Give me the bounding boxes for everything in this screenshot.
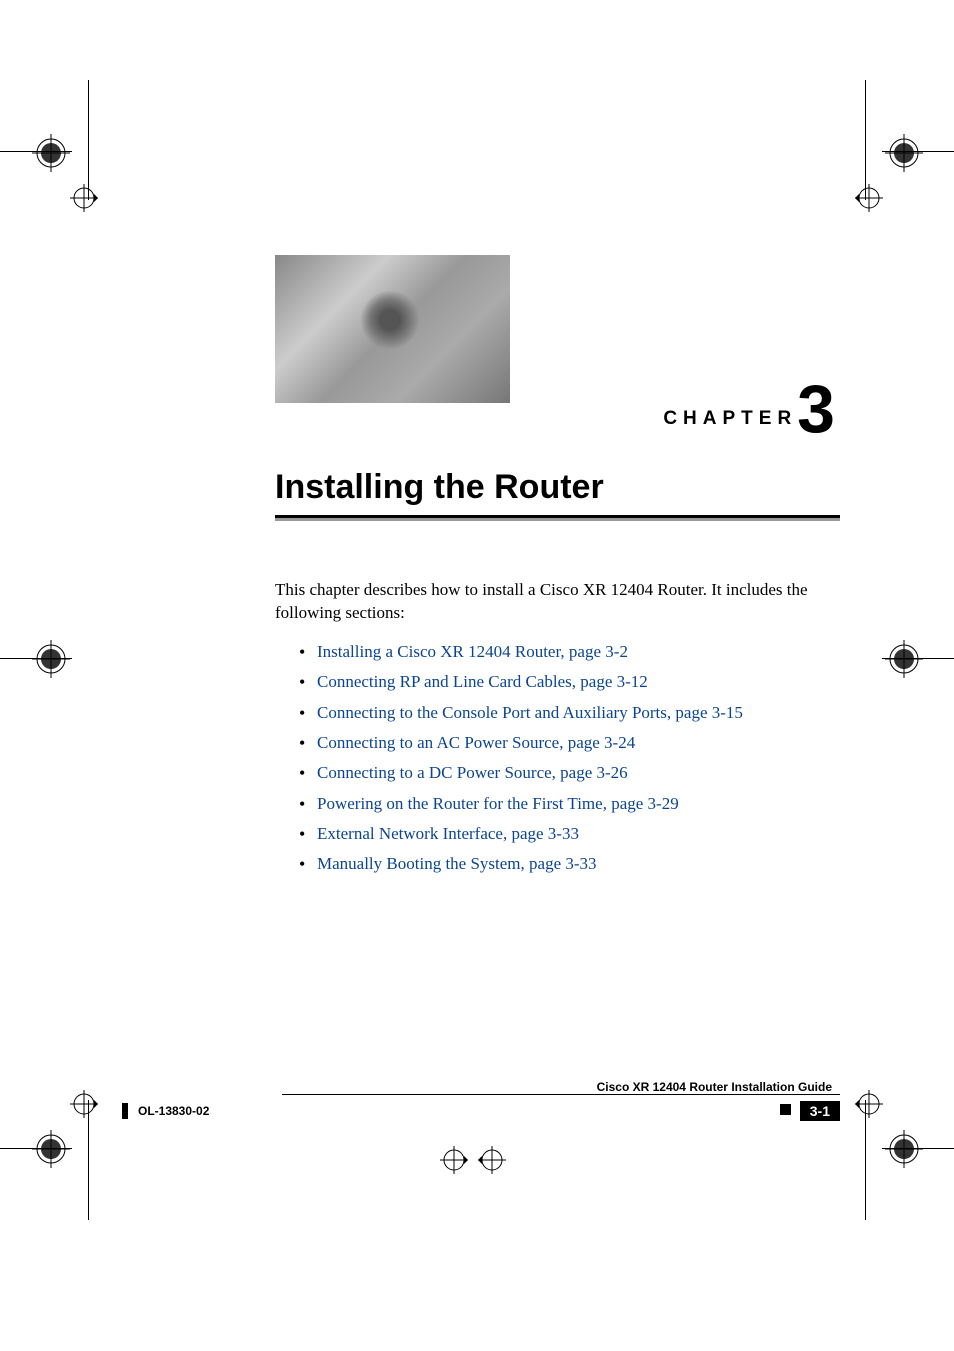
registration-mark — [885, 640, 923, 678]
registration-mark — [32, 1130, 70, 1168]
document-page: CHAPTER3 Installing the Router This chap… — [0, 0, 954, 1351]
section-link[interactable]: Connecting to an AC Power Source, page 3… — [299, 730, 840, 756]
chapter-label: CHAPTER — [663, 408, 797, 429]
trim-line — [865, 1100, 866, 1220]
registration-mark — [32, 640, 70, 678]
registration-mark — [885, 1130, 923, 1168]
trim-line — [865, 80, 866, 200]
intro-paragraph: This chapter describes how to install a … — [275, 579, 840, 625]
crop-mark — [70, 184, 98, 212]
crop-mark — [440, 1146, 468, 1174]
section-link[interactable]: Installing a Cisco XR 12404 Router, page… — [299, 639, 840, 665]
trim-line — [0, 151, 72, 152]
section-link[interactable]: Connecting to the Console Port and Auxil… — [299, 700, 840, 726]
chapter-title: Installing the Router — [275, 468, 840, 507]
trim-line — [0, 1148, 72, 1149]
section-link[interactable]: Connecting to a DC Power Source, page 3-… — [299, 760, 840, 786]
section-link[interactable]: Powering on the Router for the First Tim… — [299, 791, 840, 817]
chapter-header-image — [275, 255, 510, 403]
section-links-list: Installing a Cisco XR 12404 Router, page… — [275, 639, 840, 878]
crop-mark — [478, 1146, 506, 1174]
section-link[interactable]: Connecting RP and Line Card Cables, page… — [299, 669, 840, 695]
chapter-content: CHAPTER3 Installing the Router This chap… — [275, 255, 840, 882]
trim-line — [0, 658, 72, 659]
crop-mark — [70, 1090, 98, 1118]
trim-line — [882, 658, 954, 659]
trim-line — [88, 1100, 89, 1220]
crop-mark — [855, 184, 883, 212]
registration-mark — [885, 134, 923, 172]
page-footer: Cisco XR 12404 Router Installation Guide… — [122, 1078, 840, 1121]
title-rule — [275, 515, 840, 521]
footer-page-number: 3-1 — [800, 1101, 840, 1121]
crop-mark — [855, 1090, 883, 1118]
trim-line — [882, 151, 954, 152]
registration-mark — [32, 134, 70, 172]
footer-doc-id: OL-13830-02 — [122, 1103, 209, 1119]
chapter-number: 3 — [797, 371, 835, 447]
section-link[interactable]: External Network Interface, page 3-33 — [299, 821, 840, 847]
footer-guide-title: Cisco XR 12404 Router Installation Guide — [122, 1080, 840, 1094]
trim-line — [882, 1148, 954, 1149]
footer-rule — [282, 1094, 840, 1095]
trim-line — [88, 80, 89, 200]
section-link[interactable]: Manually Booting the System, page 3-33 — [299, 851, 840, 877]
